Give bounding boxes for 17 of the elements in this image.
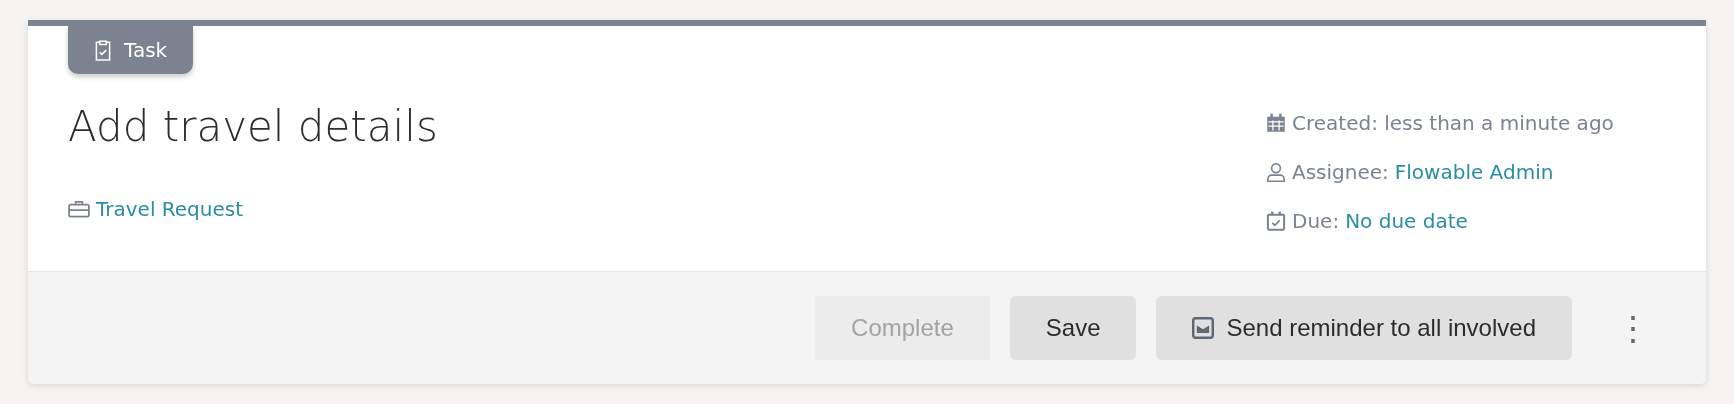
action-button[interactable]: Send reminder to all involved <box>1156 296 1572 360</box>
badge-label: Task <box>124 38 168 62</box>
briefcase-icon <box>68 200 90 218</box>
meta-label: Due: <box>1292 208 1340 233</box>
clipboard-check-icon <box>94 39 112 61</box>
meta-link[interactable]: Flowable Admin <box>1394 159 1554 184</box>
case-link[interactable]: Travel Request <box>96 197 244 221</box>
calendar-icon <box>1266 112 1286 133</box>
meta-label: Created: less than a minute ago <box>1292 110 1614 135</box>
calendar-check-icon <box>1266 210 1286 231</box>
action-button[interactable]: Save <box>1009 296 1137 360</box>
envelope-icon <box>1192 317 1215 339</box>
meta-link[interactable]: No due date <box>1345 208 1468 233</box>
meta-label: Assignee: <box>1292 159 1389 184</box>
user-icon <box>1266 161 1286 182</box>
more-menu-button[interactable]: ⋮ <box>1610 308 1656 348</box>
task-title: Add travel details <box>68 102 438 151</box>
